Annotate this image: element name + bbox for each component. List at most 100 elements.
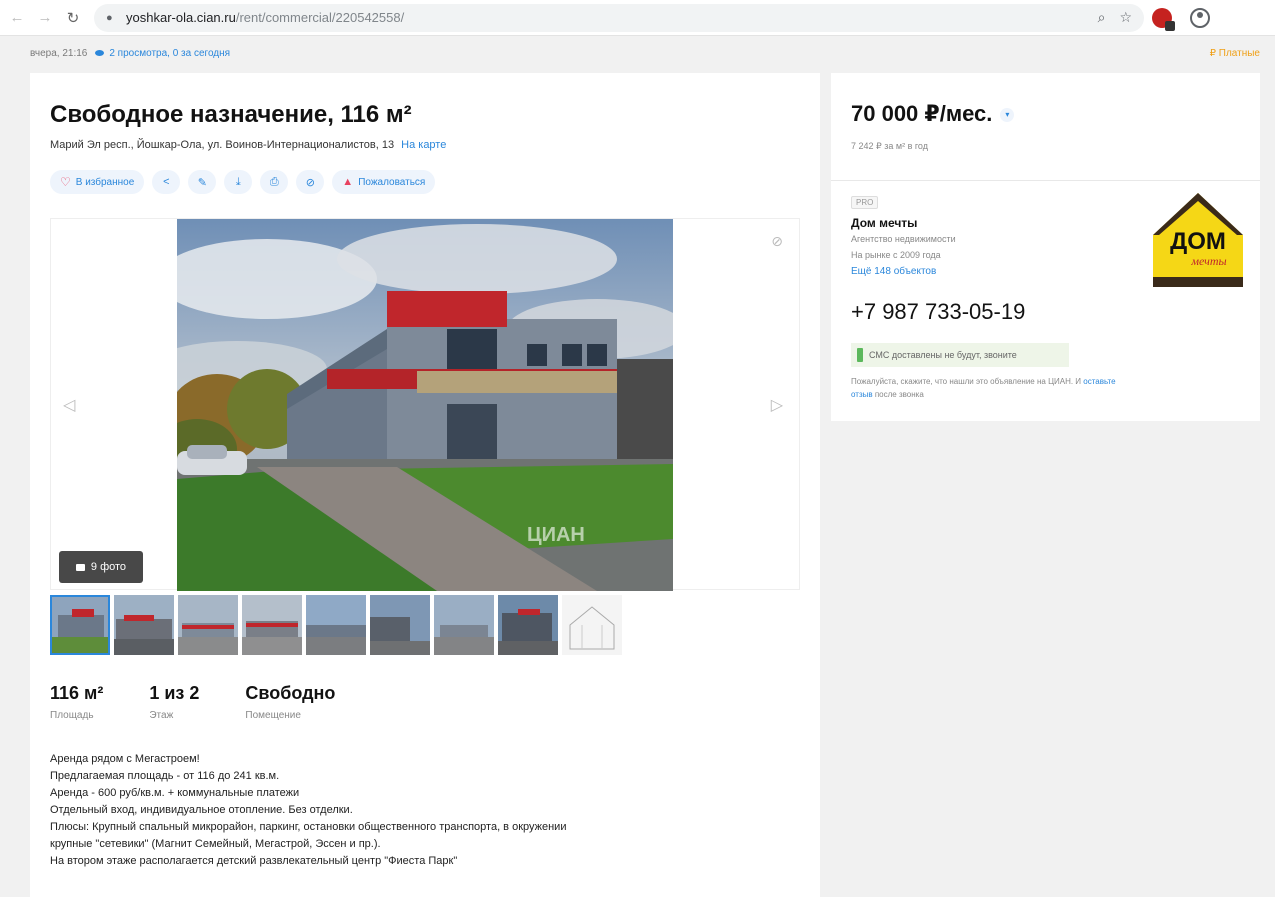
description-line: Аренда - 600 руб/кв.м. + коммунальные пл… (50, 787, 300, 799)
photo-count-label: 9 фото (90, 561, 127, 573)
thumbnail-1-image (50, 595, 110, 655)
share-button[interactable]: < (152, 170, 181, 194)
complain-button[interactable]: ▲ Пожаловаться (332, 170, 436, 194)
divider (831, 180, 1260, 181)
thumbnail-2[interactable] (114, 595, 174, 655)
thumbnail-9[interactable] (562, 595, 622, 655)
building-photo: ЦИАН (177, 219, 673, 591)
camera-icon (75, 563, 85, 571)
agency-logo[interactable]: ДОМ мечты (1151, 191, 1245, 289)
thumbnail-6-image (370, 595, 430, 655)
thumbnail-7-image (434, 595, 494, 655)
description-line: На втором этаже располагается детский ра… (50, 855, 458, 867)
prev-photo-icon[interactable]: ◁ (63, 395, 75, 415)
eye-icon (95, 50, 105, 56)
print-icon: ⎙ (269, 175, 279, 188)
listing-meta: вчера, 21:16 2 просмотра, 0 за сегодня ₽… (30, 44, 1260, 62)
views-link[interactable]: 2 просмотра, 0 за сегодня (109, 48, 230, 59)
thumbnail-6[interactable] (370, 595, 430, 655)
thumbnail-5[interactable] (306, 595, 366, 655)
description-line: Отдельный вход, индивидуальное отопление… (50, 804, 353, 816)
stat-area-value: 116 м² (50, 683, 104, 703)
listing-title: Свободное назначение, 116 м² (50, 101, 412, 128)
agency-more-link[interactable]: Ещё 148 объектов (851, 266, 936, 277)
lock-icon: ● (106, 11, 113, 24)
photo-watermark: ЦИАН (527, 524, 585, 546)
description-line: Предлагаемая площадь - от 116 до 241 кв.… (50, 770, 280, 782)
stat-premises-label: Помещение (245, 710, 301, 721)
browser-toolbar: ← → ↻ ● yoshkar-ola.cian.ru/rent/commerc… (0, 0, 1275, 36)
listing-description: Аренда рядом с Мегастроем! Предлагаемая … (50, 751, 770, 870)
map-link[interactable]: На карте (401, 139, 446, 151)
pin-icon: ✎ (197, 176, 207, 189)
hide-button[interactable]: ⊘ (296, 170, 325, 194)
paid-services-label: Платные (1218, 47, 1260, 59)
download-button[interactable]: ⤓ (224, 170, 253, 194)
share-icon: < (163, 176, 170, 188)
download-icon: ⤓ (235, 175, 241, 188)
thumbnail-1[interactable] (50, 595, 110, 655)
note-text-1: Пожалуйста, скажите, что нашли это объяв… (851, 377, 1082, 386)
stat-floor-label: Этаж (149, 710, 174, 721)
link-icon[interactable]: ⊘ (771, 233, 783, 250)
listing-address: Марий Эл респ., Йошкар-Ола, ул. Воинов-И… (50, 139, 446, 151)
forward-icon[interactable]: → (34, 7, 56, 29)
key-stats: 116 м² Площадь 1 из 2 Этаж Свободно Поме… (50, 683, 381, 721)
svg-text:мечты: мечты (1190, 254, 1226, 268)
thumbnail-4[interactable] (242, 595, 302, 655)
publish-date: вчера, 21:16 (30, 47, 88, 59)
action-bar: ♡ В избранное < ✎ ⤓ ⎙ ⊘ ▲ Пожаловаться (50, 170, 436, 194)
back-icon[interactable]: ← (6, 7, 28, 29)
thumbnail-2-image (114, 595, 174, 655)
photo-count-button[interactable]: 9 фото (59, 551, 143, 583)
price-card: 70 000 ₽/мес. ▾ 7 242 ₽ за м² в год PRO Д… (831, 73, 1260, 421)
bookmark-star-icon[interactable]: ☆ (1119, 9, 1132, 26)
thumbnail-8[interactable] (498, 595, 558, 655)
stat-area-label: Площадь (50, 710, 94, 721)
sms-notice-text: СМС доставлены не будут, звоните (869, 350, 1017, 360)
chevron-down-icon[interactable]: ▾ (1000, 108, 1015, 123)
phone-number[interactable]: +7 987 733-05-19 (851, 299, 1025, 325)
agency-since: На рынке с 2009 года (851, 250, 941, 260)
heart-icon: ♡ (60, 175, 71, 189)
phone-icon (857, 348, 863, 362)
description-line: Плюсы: Крупный спальный микрорайон, парк… (50, 821, 567, 833)
hide-icon: ⊘ (305, 176, 315, 189)
description-line: крупные "сетевики" (Магнит Семейный, Мег… (50, 838, 381, 850)
price-value: 70 000 ₽/мес. (851, 101, 993, 126)
profile-icon[interactable] (1190, 7, 1210, 28)
pro-badge: PRO (851, 196, 879, 209)
thumbnail-5-image (306, 595, 366, 655)
extension-icon[interactable] (1152, 7, 1175, 31)
zoom-icon[interactable]: ⌕ (1098, 9, 1106, 26)
thumbnail-strip (50, 595, 622, 655)
contact-note: Пожалуйста, скажите, что нашли это объяв… (851, 375, 1131, 401)
price: 70 000 ₽/мес. ▾ (851, 101, 1015, 127)
agency-name[interactable]: Дом мечты (851, 216, 917, 230)
url-path: /rent/commercial/220542558/ (235, 10, 405, 25)
reload-icon[interactable]: ↻ (62, 7, 84, 29)
warning-icon: ▲ (342, 176, 354, 188)
stat-floor: 1 из 2 Этаж (149, 683, 199, 721)
description-line: Аренда рядом с Мегастроем! (50, 753, 200, 765)
stat-floor-value: 1 из 2 (149, 683, 200, 703)
sms-notice: СМС доставлены не будут, звоните (851, 343, 1069, 367)
photo-gallery: ЦИАН ◁ ▷ ⊘ 9 фото (50, 218, 800, 591)
pin-button[interactable]: ✎ (188, 170, 217, 194)
stat-premises: Свободно Помещение (245, 683, 335, 721)
stat-premises-value: Свободно (245, 683, 336, 703)
svg-text:ДОМ: ДОМ (1170, 228, 1226, 255)
paid-services-link[interactable]: ₽ Платные (1210, 48, 1260, 59)
address-text: Марий Эл респ., Йошкар-Ола, ул. Воинов-И… (50, 139, 395, 151)
next-photo-icon[interactable]: ▷ (771, 395, 783, 415)
main-photo[interactable]: ЦИАН (177, 219, 673, 591)
thumbnail-7[interactable] (434, 595, 494, 655)
agency-type: Агентство недвижимости (851, 234, 956, 244)
address-bar[interactable]: ● yoshkar-ola.cian.ru/rent/commercial/22… (94, 3, 1144, 32)
favorite-button[interactable]: ♡ В избранное (50, 170, 145, 194)
stat-area: 116 м² Площадь (50, 683, 103, 721)
listing-card: Свободное назначение, 116 м² Марий Эл ре… (30, 73, 820, 897)
thumbnail-3[interactable] (178, 595, 238, 655)
complain-label: Пожаловаться (358, 176, 426, 188)
print-button[interactable]: ⎙ (260, 170, 289, 194)
